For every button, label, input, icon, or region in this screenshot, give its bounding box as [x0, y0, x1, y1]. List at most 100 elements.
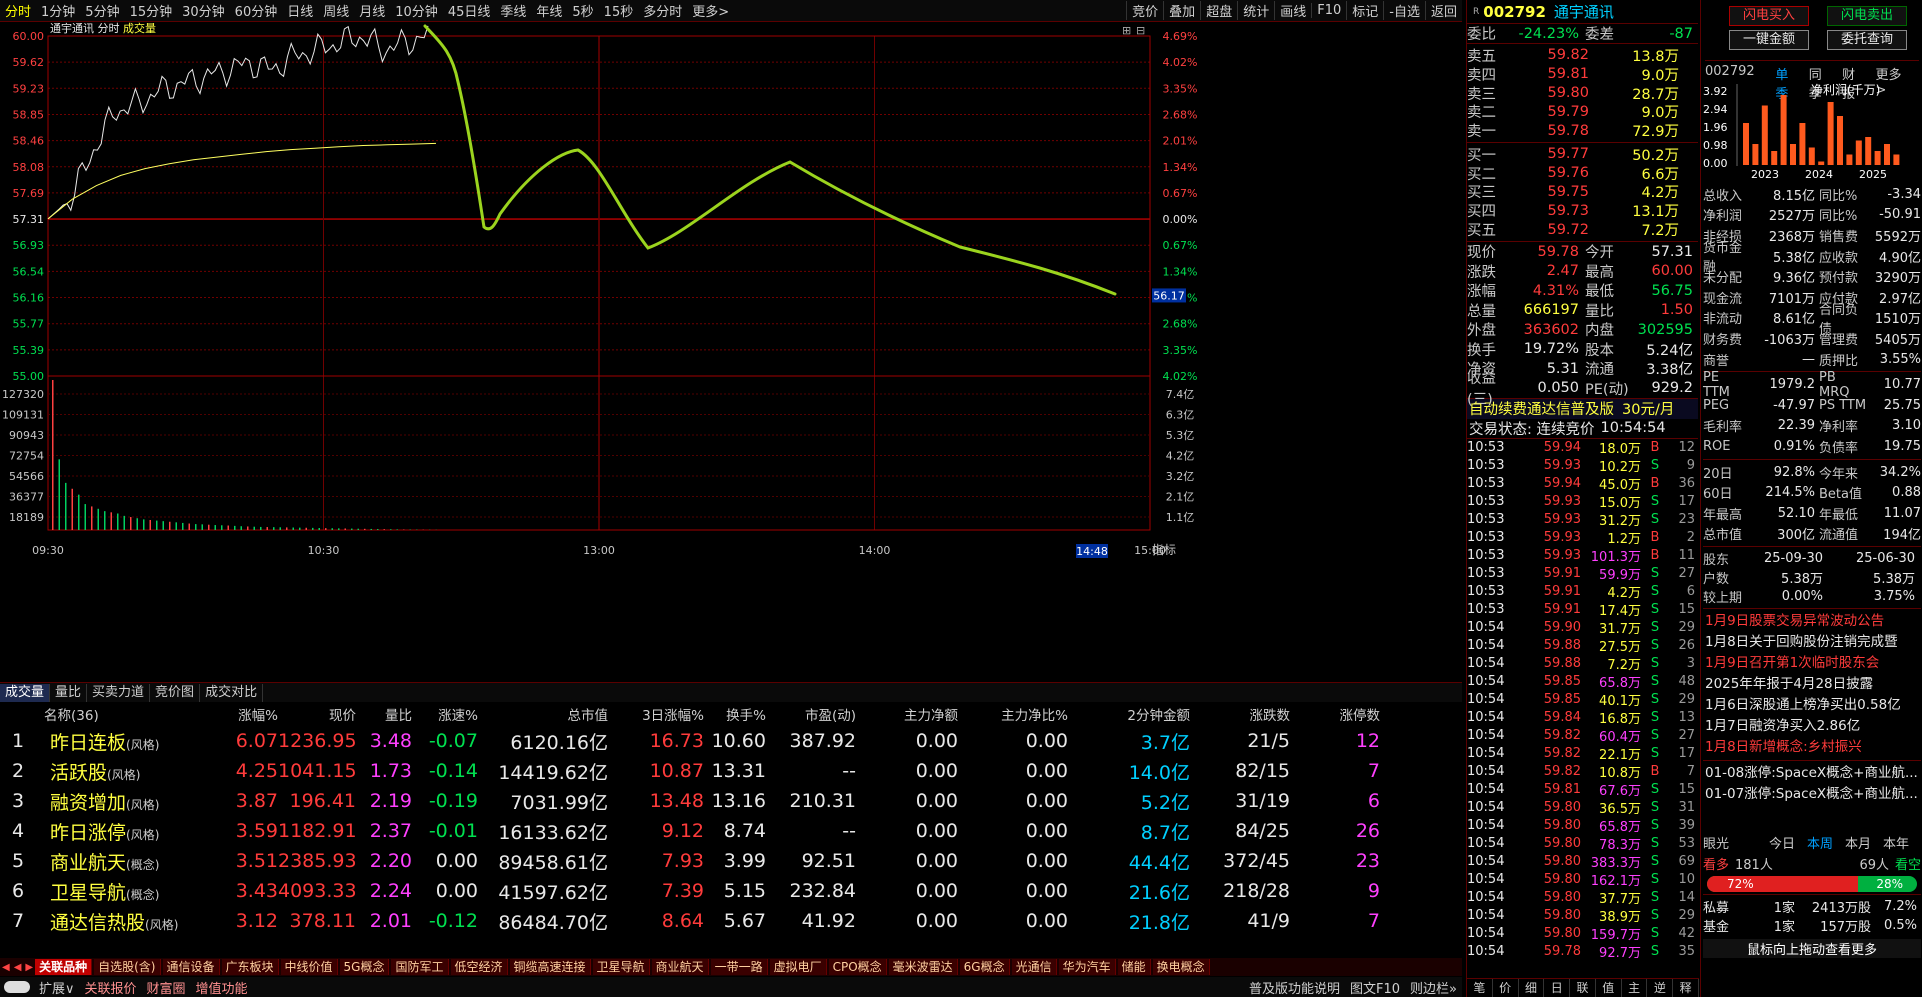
- sector-tab[interactable]: 储能: [1117, 959, 1151, 975]
- toolbar-tool[interactable]: 标记: [1346, 1, 1383, 20]
- toolbar-tool[interactable]: F10: [1311, 3, 1346, 18]
- chart-subtab[interactable]: 量比: [50, 683, 88, 702]
- table-row[interactable]: 5 商业航天(概念) 3.51 2385.93 2.20 0.00 89458.61亿 7.9…: [0, 846, 1462, 876]
- period-tab[interactable]: 月线: [354, 1, 390, 20]
- table-col-header[interactable]: 涨速%: [412, 704, 478, 724]
- period-tab[interactable]: 10分钟: [390, 1, 443, 20]
- period-tab[interactable]: 30分钟: [177, 1, 230, 20]
- limit-up-news[interactable]: 01-07涨停:SpaceX概念+商业航...: [1703, 784, 1921, 805]
- quote-tab[interactable]: 细: [1519, 979, 1545, 997]
- scroll-arrow-icon[interactable]: ◀: [0, 962, 12, 973]
- period-tab[interactable]: 60分钟: [230, 1, 283, 20]
- table-col-header[interactable]: 总市值: [478, 704, 609, 724]
- table-col-header[interactable]: 涨幅%: [196, 704, 278, 724]
- table-col-header[interactable]: 换手%: [704, 704, 766, 724]
- sector-tab[interactable]: 国防军工: [391, 959, 449, 975]
- chart-subtab[interactable]: 成交量: [0, 683, 51, 702]
- period-tab[interactable]: 15分钟: [125, 1, 178, 20]
- quote-tab[interactable]: 价: [1493, 979, 1519, 997]
- chart-subtab[interactable]: 买卖力道: [87, 683, 151, 702]
- quote-tab[interactable]: 主: [1622, 979, 1648, 997]
- table-col-header[interactable]: 名称(36): [36, 704, 196, 724]
- quote-tab[interactable]: 值: [1596, 979, 1622, 997]
- news-item[interactable]: 1月6日深股通上榜净买出0.58亿: [1703, 695, 1921, 716]
- toolbar-tool[interactable]: -自选: [1383, 1, 1425, 20]
- toolbar-tool[interactable]: 叠加: [1163, 1, 1200, 20]
- sector-tab[interactable]: 关联品种: [35, 959, 93, 975]
- table-row[interactable]: 2 活跃股(风格) 4.25 1041.15 1.73 -0.14 14419.62亿 10.…: [0, 756, 1462, 786]
- sector-tab[interactable]: 换电概念: [1152, 959, 1210, 975]
- period-tab[interactable]: 45日线: [443, 1, 496, 20]
- scroll-arrow-icon[interactable]: ▶: [23, 962, 35, 973]
- limit-up-news[interactable]: 01-08涨停:SpaceX概念+商业航...: [1703, 763, 1921, 784]
- table-col-header[interactable]: 市盈(动): [766, 704, 856, 724]
- sector-tab[interactable]: 低空经济: [450, 959, 508, 975]
- chart-svg[interactable]: 60.00 4.69% 59.62 4.02% 59.23 3.35% 58.85 2.68%…: [0, 22, 1462, 682]
- table-col-header[interactable]: 现价: [278, 704, 356, 724]
- bottom-item[interactable]: 关联报价: [80, 978, 142, 997]
- eye-tab[interactable]: 本年: [1877, 833, 1915, 852]
- sector-tab[interactable]: 光通信: [1011, 959, 1057, 975]
- sector-tab[interactable]: 广东板块: [221, 959, 279, 975]
- sector-tab[interactable]: 一带一路: [710, 959, 768, 975]
- period-tab[interactable]: 季线: [495, 1, 531, 20]
- sector-tab[interactable]: 自选股(含): [94, 959, 161, 975]
- sector-tab[interactable]: 通信设备: [162, 959, 220, 975]
- one-click-amount-button[interactable]: 一键金额: [1729, 30, 1809, 50]
- chart-subtab[interactable]: 竞价图: [150, 683, 201, 702]
- quote-tab[interactable]: 笔: [1467, 979, 1493, 997]
- period-tab[interactable]: 日线: [282, 1, 318, 20]
- news-item[interactable]: 1月9日股票交易异常波动公告: [1703, 611, 1921, 632]
- table-col-header[interactable]: 量比: [356, 704, 412, 724]
- eye-tab[interactable]: 本周: [1801, 833, 1839, 852]
- news-item[interactable]: 2025年年报于4月28日披露: [1703, 674, 1921, 695]
- table-row[interactable]: 3 融资增加(风格) 3.87 196.41 2.19 -0.19 7031.99亿 13.4…: [0, 786, 1462, 816]
- table-row[interactable]: 7 通达信热股(风格) 3.12 378.11 2.01 -0.12 86484.70亿 8.…: [0, 906, 1462, 936]
- table-col-header[interactable]: 涨跌数: [1190, 704, 1291, 724]
- quote-tab[interactable]: 逆: [1647, 979, 1674, 997]
- table-col-header[interactable]: 3日涨幅%: [608, 704, 704, 724]
- bottom-right-item[interactable]: 则边栏»: [1405, 978, 1462, 997]
- period-tab[interactable]: 5秒: [567, 1, 598, 20]
- chart-subtab[interactable]: 成交对比: [200, 683, 264, 702]
- sector-tab[interactable]: 毫米波雷达: [888, 959, 958, 975]
- news-item[interactable]: 1月9日召开第1次临时股东会: [1703, 653, 1921, 674]
- table-col-header[interactable]: 主力净额: [856, 704, 958, 724]
- period-tab[interactable]: 更多>: [687, 1, 734, 20]
- bottom-item[interactable]: 增值功能: [191, 978, 253, 997]
- news-item[interactable]: 1月8日新增概念:乡村振兴: [1703, 737, 1921, 758]
- sector-tab[interactable]: 卫星导航: [592, 959, 650, 975]
- period-tab[interactable]: 周线: [318, 1, 354, 20]
- period-tab[interactable]: 年线: [531, 1, 567, 20]
- sector-tab[interactable]: 5G概念: [339, 959, 390, 975]
- scroll-arrow-icon[interactable]: ◀: [12, 962, 24, 973]
- period-tab[interactable]: 多分时: [638, 1, 687, 20]
- period-tab[interactable]: 分时: [0, 1, 36, 20]
- toolbar-tool[interactable]: 画线: [1274, 1, 1311, 20]
- quote-tab[interactable]: 释: [1673, 979, 1700, 997]
- bottom-right-item[interactable]: 图文F10: [1345, 978, 1405, 997]
- bottom-right-item[interactable]: 普及版功能说明: [1244, 978, 1345, 997]
- toolbar-tool[interactable]: 统计: [1237, 1, 1274, 20]
- sector-tab[interactable]: 铜缆高速连接: [509, 959, 591, 975]
- toolbar-tool[interactable]: 返回: [1424, 1, 1462, 20]
- eye-tab[interactable]: 本月: [1839, 833, 1877, 852]
- sector-tab[interactable]: 商业航天: [651, 959, 709, 975]
- toggle-switch[interactable]: [4, 981, 30, 993]
- sector-tab[interactable]: 中线价值: [280, 959, 338, 975]
- table-col-header[interactable]: 2分钟金额: [1068, 704, 1190, 724]
- table-col-header[interactable]: 涨停数: [1290, 704, 1381, 724]
- table-row[interactable]: 4 昨日涨停(风格) 3.59 1182.91 2.37 -0.01 16133.62亿 9.…: [0, 816, 1462, 846]
- period-tab[interactable]: 1分钟: [36, 1, 80, 20]
- table-row[interactable]: 6 卫星导航(概念) 3.43 4093.33 2.24 0.00 41597.62亿 7.3…: [0, 876, 1462, 906]
- tick-list[interactable]: 10:53 59.94 18.0万 B 12 10:53 59.93 10.2万 S 9 10:53…: [1467, 439, 1698, 961]
- promo-banner[interactable]: 自动续费通达信普及版 30元/月: [1467, 398, 1698, 419]
- sector-tab[interactable]: CPO概念: [828, 959, 887, 975]
- period-tab[interactable]: 15秒: [599, 1, 639, 20]
- quote-tab[interactable]: 联: [1570, 979, 1596, 997]
- sector-tab[interactable]: 虚拟电厂: [769, 959, 827, 975]
- quote-tab[interactable]: 日: [1544, 979, 1571, 997]
- period-tab[interactable]: 5分钟: [80, 1, 124, 20]
- toolbar-tool[interactable]: 超盘: [1200, 1, 1237, 20]
- flash-buy-button[interactable]: 闪电买入: [1729, 6, 1809, 26]
